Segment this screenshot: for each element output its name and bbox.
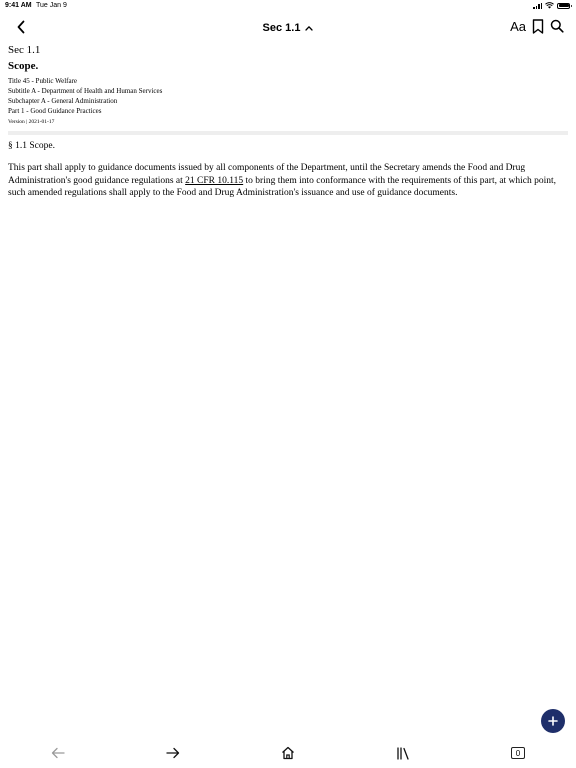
cellular-signal-icon [533, 2, 542, 9]
body-paragraph: This part shall apply to guidance docume… [8, 162, 568, 200]
body-heading: § 1.1 Scope. [8, 141, 55, 151]
nav-bar: Sec 1.1 Aa [0, 12, 576, 40]
search-button[interactable] [550, 16, 564, 36]
breadcrumbs: Title 45 - Public Welfare Subtitle A - D… [8, 76, 568, 116]
breadcrumb-part: Part 1 - Good Guidance Practices [8, 107, 102, 115]
font-size-button[interactable]: Aa [510, 16, 526, 36]
library-icon [397, 746, 409, 760]
cfr-link[interactable]: 21 CFR 10.115 [185, 176, 243, 186]
tabs-button[interactable]: 0 [508, 744, 528, 762]
home-button[interactable] [278, 744, 298, 762]
document-header: Sec 1.1 Scope. Title 45 - Public Welfare… [8, 44, 568, 126]
nav-title: Sec 1.1 [262, 22, 301, 34]
header-divider [8, 131, 568, 135]
wifi-icon [545, 2, 554, 9]
section-picker[interactable]: Sec 1.1 [263, 22, 314, 34]
breadcrumb-title: Title 45 - Public Welfare [8, 77, 78, 85]
arrow-right-icon [166, 747, 180, 759]
document-body: § 1.1 Scope. This part shall apply to gu… [8, 140, 568, 200]
library-button[interactable] [393, 744, 413, 762]
section-number: Sec 1.1 [8, 44, 41, 56]
nav-title-wrap: Sec 1.1 [0, 18, 576, 36]
search-icon [550, 19, 564, 33]
status-icons [533, 2, 572, 9]
status-time: 9:41 AM [5, 2, 32, 9]
plus-icon [548, 716, 558, 726]
battery-icon [557, 2, 572, 9]
bookmark-button[interactable] [532, 16, 544, 36]
status-bar: 9:41 AM Tue Jan 9 [0, 0, 576, 12]
font-size-label: Aa [510, 18, 526, 34]
bookmark-icon [532, 18, 544, 34]
version-label: Version | 2021-01-17 [8, 119, 55, 125]
breadcrumb-subtitle: Subtitle A - Department of Health and Hu… [8, 87, 163, 95]
back-nav-button[interactable] [48, 744, 68, 762]
forward-nav-button[interactable] [163, 744, 183, 762]
chevron-up-icon [305, 26, 314, 31]
bottom-toolbar: 0 [0, 742, 576, 764]
nav-actions: Aa [510, 16, 564, 36]
breadcrumb-subchapter: Subchapter A - General Administration [8, 97, 118, 105]
section-heading: Scope. [8, 60, 39, 72]
tabs-icon: 0 [511, 747, 525, 759]
arrow-left-icon [51, 747, 65, 759]
add-button[interactable] [541, 709, 565, 733]
status-date: Tue Jan 9 [36, 2, 67, 9]
home-icon [282, 746, 294, 760]
